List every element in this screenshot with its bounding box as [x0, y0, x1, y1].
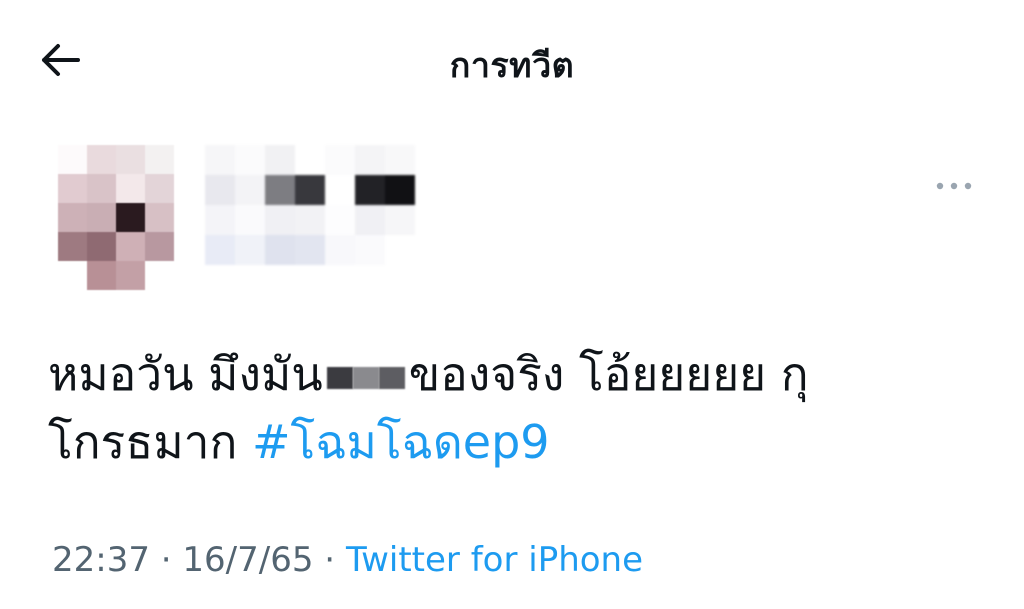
meta-separator: · [313, 540, 346, 580]
more-horizontal-icon [936, 182, 972, 190]
tweet-metadata: 22:37 · 16/7/65 · Twitter for iPhone [52, 540, 643, 580]
top-bar: การทวีต [0, 0, 1024, 120]
tweet-date[interactable]: 16/7/65 [182, 540, 313, 580]
tweet-text: หมอวัน มึงมัน ของจริง โอ้ยยยยย กุ โกรธมาก… [48, 340, 948, 476]
author-avatar[interactable] [58, 145, 176, 290]
tweet-text-part-2: ของจริง โอ้ยยยยย กุ [408, 347, 809, 401]
tweet-text-part-1: หมอวัน มึงมัน [48, 347, 323, 401]
tweet-time[interactable]: 22:37 [52, 540, 150, 580]
page-title: การทวีต [449, 46, 575, 86]
more-options-button[interactable] [930, 170, 978, 202]
tweet-text-part-3: โกรธมาก [48, 415, 252, 469]
tweet-source-link[interactable]: Twitter for iPhone [346, 540, 643, 580]
hashtag-link[interactable]: #โฉมโฉดep9 [252, 415, 550, 469]
censored-word [325, 353, 407, 403]
meta-separator: · [149, 540, 183, 580]
author-name-redacted[interactable] [205, 145, 415, 265]
